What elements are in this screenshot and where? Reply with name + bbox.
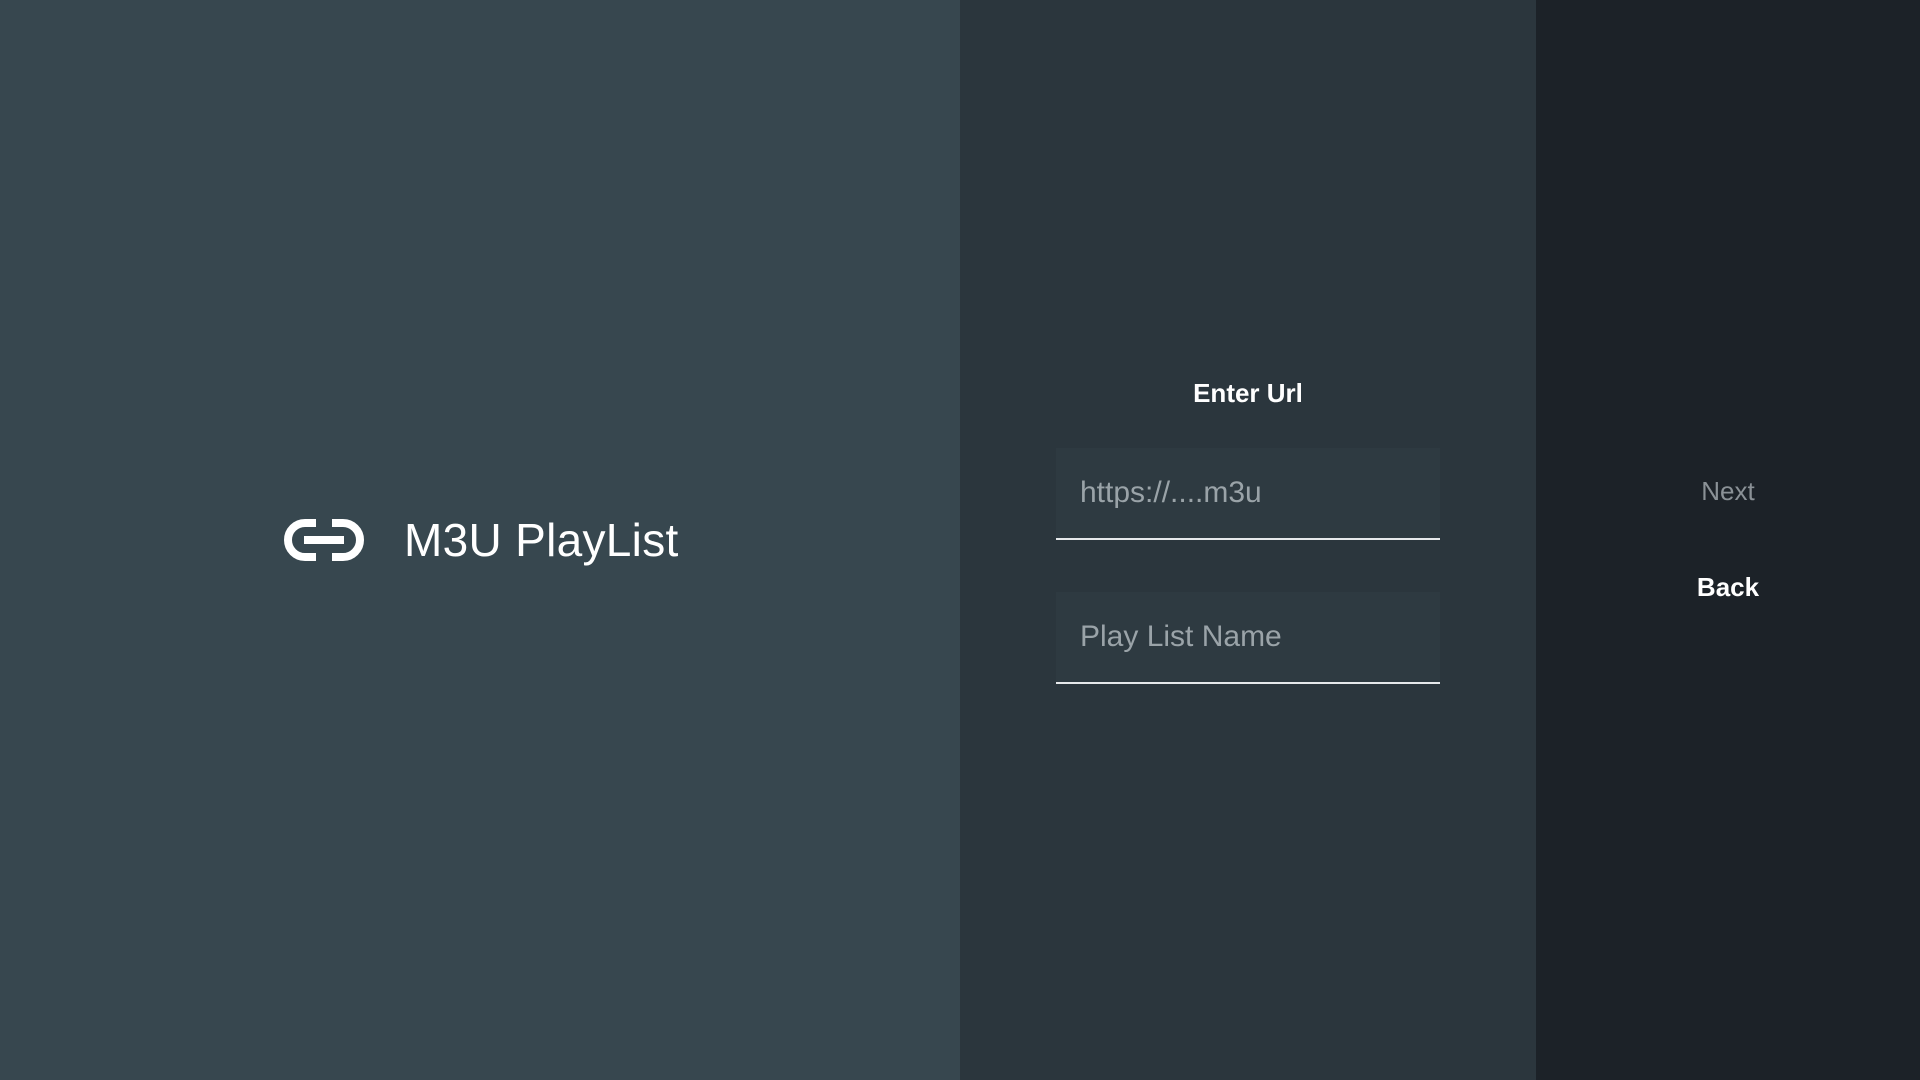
- url-input[interactable]: [1056, 448, 1440, 538]
- back-button[interactable]: Back: [1536, 571, 1920, 604]
- next-button[interactable]: Next: [1536, 475, 1920, 508]
- playlist-name-field[interactable]: [1056, 592, 1440, 684]
- title-panel: M3U PlayList: [0, 0, 960, 1080]
- title-block: M3U PlayList: [282, 506, 679, 574]
- page-title: M3U PlayList: [404, 514, 679, 566]
- actions-panel: Next Back: [1536, 0, 1920, 1080]
- form-heading: Enter Url: [1193, 378, 1303, 408]
- link-icon: [282, 506, 366, 574]
- url-field[interactable]: [1056, 448, 1440, 540]
- playlist-name-input[interactable]: [1056, 592, 1440, 682]
- form-panel: Enter Url: [960, 0, 1536, 1080]
- m3u-playlist-screen: M3U PlayList Enter Url Next Back: [0, 0, 1920, 1080]
